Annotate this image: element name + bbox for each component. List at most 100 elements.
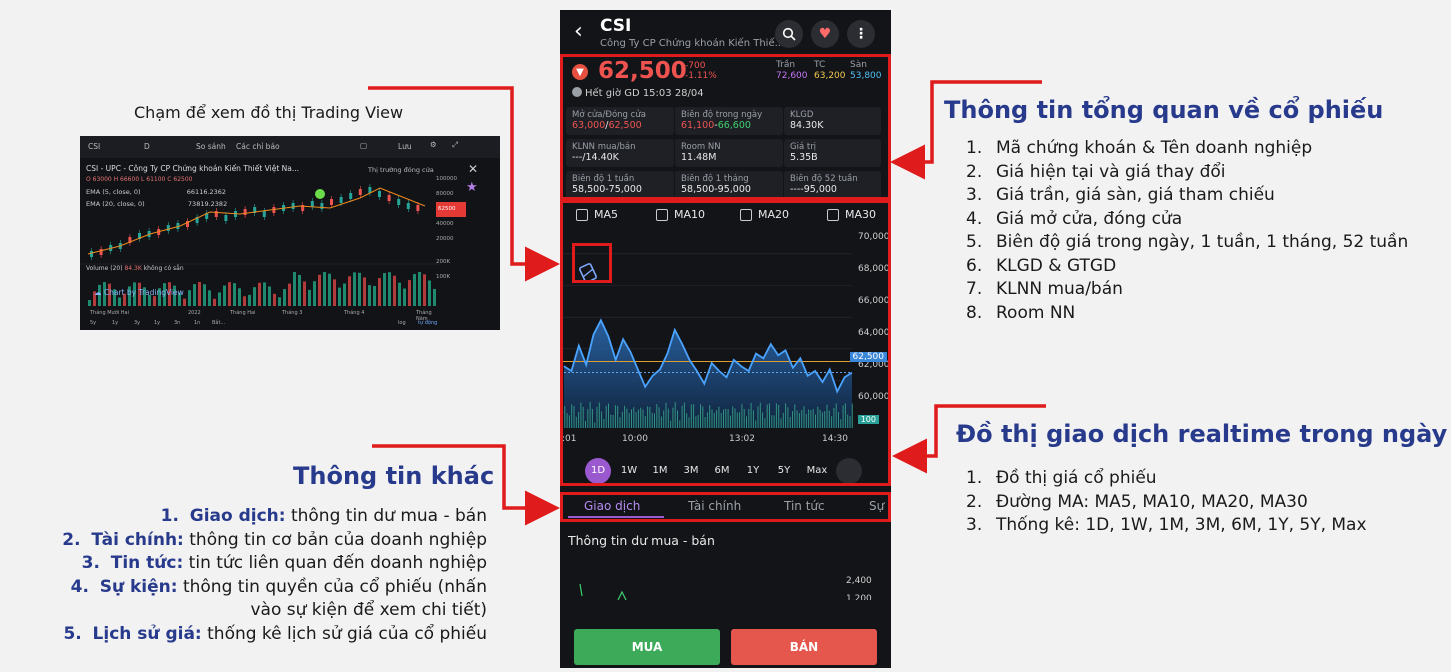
tv-volume-bar — [403, 288, 406, 306]
list-item: 3. Thống kê: 1D, 1W, 1M, 3M, 6M, 1Y, 5Y, … — [966, 515, 1367, 535]
tv-volume-bar — [353, 272, 356, 306]
tv-range-1y-b[interactable]: 1y — [154, 320, 160, 326]
buy-button[interactable]: MUA — [574, 629, 720, 665]
tv-candle — [358, 189, 362, 195]
tv-volume-bar — [238, 288, 241, 306]
list-item: 2. Giá hiện tại và giá thay đổi — [966, 161, 1226, 182]
tv-current-price: 62500 — [436, 202, 466, 217]
order-book-line — [617, 590, 627, 601]
list-item: 1. Đồ thị giá cổ phiếu — [966, 468, 1157, 488]
more-vertical-icon: ⋮ — [854, 26, 868, 42]
more-button[interactable]: ⋮ — [847, 20, 875, 48]
tv-candle — [310, 201, 314, 207]
tv-volume-bar — [198, 282, 201, 306]
tv-candle — [90, 251, 93, 257]
tradingview-thumbnail[interactable]: CSI D So sánh Các chỉ báo ▢ Lưu ⚙ ⤢ CSI … — [80, 136, 500, 330]
stock-symbol: CSI — [600, 16, 632, 36]
tv-volume-bar — [348, 276, 351, 306]
tv-candle — [243, 209, 247, 215]
tv-range-5y[interactable]: 5y — [90, 320, 96, 326]
tv-volume-bar — [343, 283, 346, 306]
tv-candle — [349, 193, 353, 199]
tv-volume-bar — [328, 273, 331, 306]
tv-volume-bar — [288, 283, 291, 306]
tv-candle — [224, 215, 228, 221]
tv-marker — [315, 189, 325, 199]
tv-volume-bar — [318, 274, 321, 306]
list-item: 2. Đường MA: MA5, MA10, MA20, MA30 — [966, 491, 1308, 512]
list-item: 1. Giao dịch: thông tin dư mua - bán — [160, 506, 487, 526]
list-item: 3. Tin tức: tin tức liên quan đến doanh … — [81, 553, 487, 573]
tv-volume-bar — [413, 274, 416, 306]
tv-range-3n[interactable]: 3n — [174, 320, 180, 326]
tv-volume-bar — [233, 283, 236, 306]
tv-auto[interactable]: tự động — [418, 320, 437, 326]
tv-volume-bar — [218, 292, 221, 306]
list-item: 3. Giá trần, giá sàn, giá tham chiếu — [966, 185, 1275, 205]
tv-candle — [262, 211, 266, 217]
order-book-line — [579, 583, 583, 597]
tv-range-goto[interactable]: Bắt... — [212, 320, 225, 326]
tv-volume-bar — [278, 297, 281, 306]
tv-volume-bar — [203, 284, 206, 306]
search-icon — [782, 27, 796, 41]
order-book-chart: 2,400 1,200 — [560, 570, 891, 620]
tradingview-caption: Chạm để xem đồ thị Trading View — [134, 103, 404, 122]
tv-volume-bar — [223, 285, 226, 306]
list-item: 8. Room NN — [966, 302, 1076, 323]
tradingview-highlight — [572, 243, 612, 283]
tv-log[interactable]: log — [398, 320, 406, 326]
tv-candle — [291, 203, 295, 209]
back-icon[interactable]: ‹ — [574, 19, 583, 44]
tv-volume-bar — [378, 278, 381, 306]
mini-tick: 1,200 — [846, 594, 872, 600]
overview-title: Thông tin tổng quan về cổ phiếu — [944, 96, 1384, 124]
tv-candle — [397, 199, 401, 205]
tv-candle — [339, 197, 343, 203]
section-title: Thông tin dư mua - bán — [568, 533, 715, 548]
tv-axis: 100000 80000 62500 40000 20000 200K 100K — [436, 172, 466, 285]
tv-volume-bar — [243, 296, 246, 306]
tv-volume-bar — [313, 281, 316, 306]
tv-range-3y[interactable]: 3y — [134, 320, 140, 326]
overview-highlight — [560, 54, 891, 200]
overview-list: 1. Mã chứng khoán & Tên doanh nghiệp 2. Gi… — [966, 137, 1408, 325]
list-item: 1. Mã chứng khoán & Tên doanh nghiệp — [966, 138, 1313, 158]
tabs-highlight — [560, 492, 891, 522]
tv-volume-bar — [388, 272, 391, 306]
other-title: Thông tin khác — [293, 462, 495, 490]
tv-candle — [320, 203, 324, 209]
tv-watermark: ☁ Chart by TradingView — [94, 288, 184, 297]
tv-volume-bar — [408, 280, 411, 306]
tv-range-1y[interactable]: 1y — [112, 320, 118, 326]
company-name: Công Ty CP Chứng khoán Kiến Thiế... — [600, 38, 785, 49]
realtime-list: 1. Đồ thị giá cổ phiếu 2. Đường MA: MA5, M… — [966, 467, 1367, 538]
favorite-button[interactable]: ♥ — [811, 20, 839, 48]
tv-candle — [387, 195, 391, 201]
list-item-continued: vào sự kiện để xem chi tiết) — [250, 600, 487, 620]
list-item: 4. Sự kiện: thông tin quyền của cổ phiếu… — [70, 576, 487, 597]
list-item: 2. Tài chính: thông tin cơ bản của doanh… — [62, 529, 487, 550]
tv-volume-bar — [383, 273, 386, 306]
tv-volume-bar — [228, 282, 231, 306]
sell-button[interactable]: BÁN — [731, 629, 877, 665]
search-button[interactable] — [775, 20, 803, 48]
tv-volume-bar — [333, 279, 336, 306]
tv-volume-bar — [118, 297, 121, 306]
tv-volume-bar — [263, 282, 266, 306]
tv-range-1n[interactable]: 1n — [194, 320, 200, 326]
tv-range-bar: 5y 1y 3y 1y 3n 1n Bắt... log tự động — [80, 320, 500, 330]
tv-candle — [99, 249, 103, 255]
heart-icon: ♥ — [818, 26, 832, 42]
tv-candle — [416, 205, 420, 211]
tv-ema-line — [87, 187, 426, 255]
cloud-icon: ☁ — [94, 288, 102, 297]
tv-volume-bar — [258, 282, 261, 306]
tv-volume-bar — [293, 272, 296, 306]
tv-volume-bar — [253, 287, 256, 306]
tv-volume-bar — [433, 288, 436, 306]
tv-volume-bar — [183, 298, 186, 306]
list-item: 7. KLNN mua/bán — [966, 279, 1123, 299]
mini-tick: 2,400 — [846, 576, 872, 586]
tv-candle — [330, 199, 333, 205]
